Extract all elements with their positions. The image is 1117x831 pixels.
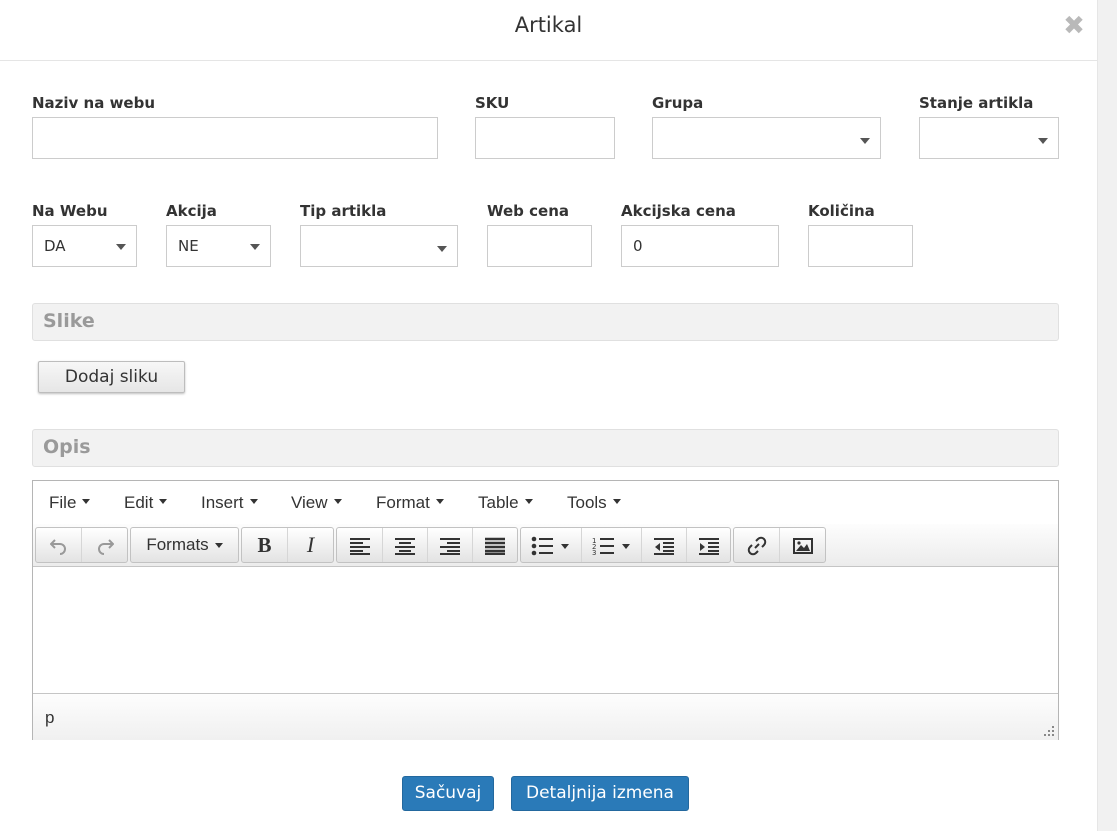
web-cena-input[interactable] bbox=[487, 225, 592, 267]
detailed-edit-button[interactable]: Detaljnija izmena bbox=[511, 776, 689, 811]
menu-table[interactable]: Table bbox=[478, 493, 533, 513]
save-button[interactable]: Sačuvaj bbox=[402, 776, 494, 811]
stanje-label: Stanje artikla bbox=[919, 94, 1034, 112]
akcijska-cena-label: Akcijska cena bbox=[621, 202, 736, 220]
editor-toolbar: Formats B I 1 2 3 bbox=[33, 524, 1058, 567]
naziv-input[interactable] bbox=[32, 117, 438, 159]
menu-tools[interactable]: Tools bbox=[567, 493, 621, 513]
opis-section-header: Opis bbox=[32, 429, 1059, 467]
akcija-label: Akcija bbox=[166, 202, 217, 220]
chevron-down-icon bbox=[1038, 138, 1048, 144]
formats-group: Formats bbox=[130, 527, 239, 563]
bold-icon[interactable]: B bbox=[242, 528, 287, 562]
alignment-group bbox=[336, 527, 518, 563]
chevron-down-icon bbox=[82, 499, 91, 505]
menu-view-label: View bbox=[291, 493, 328, 512]
indent-icon[interactable] bbox=[686, 528, 730, 562]
chevron-down-icon bbox=[524, 499, 533, 505]
rich-text-editor: File Edit Insert View Format Table Tools bbox=[32, 480, 1059, 740]
chevron-down-icon bbox=[612, 499, 621, 505]
page-scrollbar[interactable] bbox=[1097, 0, 1117, 831]
link-icon[interactable] bbox=[734, 528, 779, 562]
outdent-icon[interactable] bbox=[641, 528, 686, 562]
chevron-down-icon bbox=[250, 244, 260, 250]
akcijska-cena-input[interactable]: 0 bbox=[621, 225, 779, 267]
align-right-icon[interactable] bbox=[427, 528, 472, 562]
history-group bbox=[35, 527, 128, 563]
align-left-icon[interactable] bbox=[337, 528, 382, 562]
editor-statusbar: p bbox=[33, 693, 1058, 740]
slike-heading: Slike bbox=[43, 310, 95, 332]
menu-insert-label: Insert bbox=[201, 493, 244, 512]
chevron-down-icon bbox=[435, 499, 444, 505]
element-path[interactable]: p bbox=[45, 708, 54, 728]
chevron-down-icon bbox=[437, 246, 447, 252]
redo-icon[interactable] bbox=[81, 528, 127, 562]
insert-group bbox=[733, 527, 826, 563]
chevron-down-icon bbox=[214, 543, 223, 549]
menu-insert[interactable]: Insert bbox=[201, 493, 258, 513]
italic-icon[interactable]: I bbox=[287, 528, 333, 562]
menu-table-label: Table bbox=[478, 493, 519, 512]
chevron-down-icon bbox=[333, 499, 342, 505]
menu-edit[interactable]: Edit bbox=[124, 493, 168, 513]
menu-view[interactable]: View bbox=[291, 493, 342, 513]
akcija-select[interactable]: NE bbox=[166, 225, 271, 267]
chevron-down-icon bbox=[159, 499, 168, 505]
menu-tools-label: Tools bbox=[567, 493, 607, 512]
svg-text:3: 3 bbox=[592, 549, 596, 556]
tip-artikla-label: Tip artikla bbox=[300, 202, 387, 220]
resize-handle-icon[interactable] bbox=[1043, 725, 1055, 737]
na-webu-label: Na Webu bbox=[32, 202, 108, 220]
image-icon[interactable] bbox=[779, 528, 825, 562]
dialog-header: Artikal ✖ bbox=[0, 0, 1097, 61]
grupa-select[interactable] bbox=[652, 117, 881, 159]
chevron-down-icon bbox=[116, 244, 126, 250]
menu-edit-label: Edit bbox=[124, 493, 154, 512]
chevron-down-icon bbox=[249, 499, 258, 505]
tip-artikla-select[interactable] bbox=[300, 225, 458, 267]
add-image-button[interactable]: Dodaj sliku bbox=[38, 361, 185, 393]
sku-input[interactable] bbox=[475, 117, 615, 159]
menu-file[interactable]: File bbox=[49, 493, 91, 513]
akcija-value: NE bbox=[178, 237, 199, 255]
na-webu-select[interactable]: DA bbox=[32, 225, 137, 267]
undo-icon[interactable] bbox=[36, 528, 81, 562]
chevron-down-icon bbox=[860, 138, 870, 144]
menu-format-label: Format bbox=[376, 493, 430, 512]
stanje-select[interactable] bbox=[919, 117, 1059, 159]
web-cena-label: Web cena bbox=[487, 202, 570, 220]
slike-section-header: Slike bbox=[32, 303, 1059, 341]
sku-label: SKU bbox=[475, 94, 510, 112]
dialog-title: Artikal bbox=[514, 13, 583, 37]
align-justify-icon[interactable] bbox=[472, 528, 517, 562]
editor-menubar: File Edit Insert View Format Table Tools bbox=[33, 481, 1058, 525]
list-group: 123 bbox=[520, 527, 731, 563]
editor-content-area[interactable] bbox=[33, 567, 1058, 693]
close-icon[interactable]: ✖ bbox=[1062, 12, 1086, 40]
kolicina-input[interactable] bbox=[808, 225, 913, 267]
naziv-label: Naziv na webu bbox=[32, 94, 156, 112]
opis-heading: Opis bbox=[43, 436, 91, 458]
article-dialog: Artikal ✖ Naziv na webu SKU Grupa Stanje… bbox=[0, 0, 1097, 831]
numbered-list-icon[interactable]: 123 bbox=[581, 528, 641, 562]
formats-label: Formats bbox=[146, 535, 209, 554]
na-webu-value: DA bbox=[44, 237, 66, 255]
formats-dropdown[interactable]: Formats bbox=[131, 528, 238, 562]
kolicina-label: Količina bbox=[808, 202, 875, 220]
menu-format[interactable]: Format bbox=[376, 493, 444, 513]
bullet-list-icon[interactable] bbox=[521, 528, 581, 562]
text-style-group: B I bbox=[241, 527, 334, 563]
grupa-label: Grupa bbox=[652, 94, 704, 112]
menu-file-label: File bbox=[49, 493, 77, 512]
align-center-icon[interactable] bbox=[382, 528, 427, 562]
